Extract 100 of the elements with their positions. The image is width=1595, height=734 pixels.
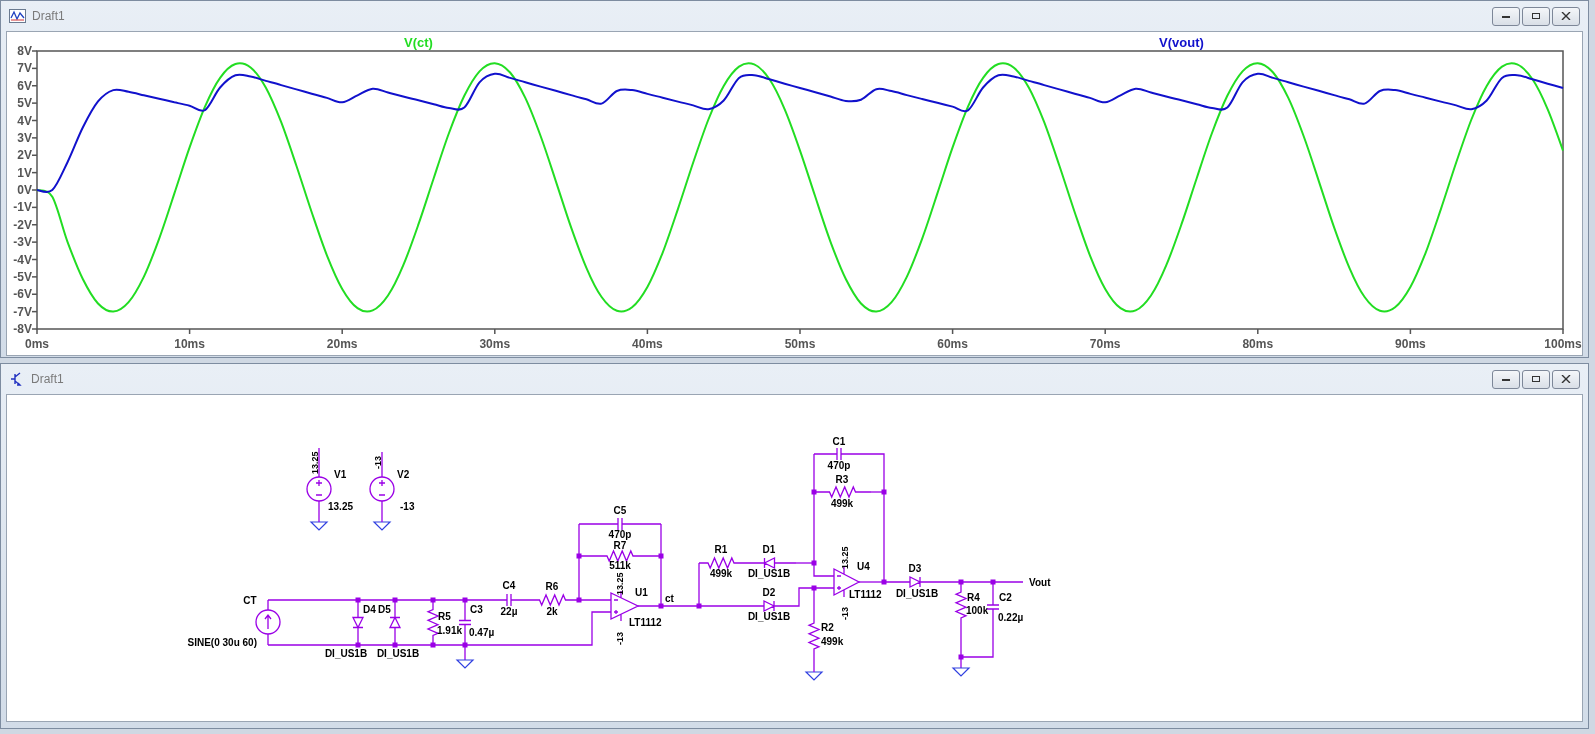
- axis-tick-label: 6V: [17, 78, 32, 93]
- component-ref: C5: [613, 505, 627, 516]
- trace-label: V(ct): [404, 35, 433, 50]
- trace-label: V(vout): [1159, 35, 1204, 50]
- restore-button[interactable]: [1522, 6, 1550, 26]
- component-value: 499k: [709, 568, 733, 579]
- close-icon: [1561, 375, 1571, 383]
- component-ref: R3: [835, 474, 849, 485]
- axis-tick-label: 30ms: [479, 337, 511, 351]
- window-title: Draft1: [32, 9, 65, 23]
- capacitor-symbol: [986, 581, 1000, 633]
- axis-tick-label: 2V: [17, 148, 32, 163]
- component-ref: U1: [635, 587, 648, 598]
- component-value: 499k: [830, 498, 854, 509]
- component-ref: D1: [762, 544, 776, 555]
- restore-icon: [1531, 375, 1541, 383]
- component-value: DI_US1B: [324, 648, 368, 659]
- axis-tick-label: 10ms: [174, 337, 205, 351]
- capacitor-symbol: [491, 593, 527, 607]
- diode-symbol: [351, 599, 364, 646]
- component-ref: V2: [397, 469, 410, 480]
- component-value: DI_US1B: [747, 568, 791, 579]
- restore-icon: [1531, 12, 1541, 20]
- ground-symbol: [951, 667, 971, 677]
- resistor-symbol: [813, 485, 872, 499]
- restore-button[interactable]: [1522, 369, 1550, 389]
- supply-label: -13: [615, 632, 625, 645]
- component-ref: CT: [243, 595, 257, 606]
- component-value: LT1112: [629, 617, 662, 628]
- component-value: 22µ: [500, 606, 518, 617]
- diode-symbol: [389, 599, 402, 646]
- component-ref: C1: [832, 436, 846, 447]
- net-label: 13.25: [310, 451, 320, 474]
- axis-tick-label: -2V: [13, 217, 32, 232]
- waveform-icon: [9, 9, 26, 23]
- diode-symbol: [742, 556, 797, 569]
- axis-tick-label: 5V: [17, 96, 32, 111]
- axis-tick-label: 0V: [17, 183, 32, 197]
- axis-tick-label: 90ms: [1395, 337, 1426, 351]
- close-icon: [1561, 12, 1571, 20]
- supply-label: 13.25: [615, 572, 625, 595]
- axis-tick-label: 60ms: [937, 337, 968, 351]
- component-ref: C4: [502, 580, 516, 591]
- component-value: DI_US1B: [895, 588, 939, 599]
- axis-tick-label: -3V: [13, 235, 32, 250]
- diode-symbol: [883, 576, 947, 589]
- component-ref: R2: [821, 622, 834, 633]
- supply-label: 13.25: [840, 546, 850, 569]
- resistor-symbol: [954, 581, 968, 629]
- component-ref: D5: [378, 604, 391, 615]
- component-value: 0.47µ: [469, 627, 495, 638]
- component-value: 1.91k: [437, 625, 463, 636]
- voltage-source-symbol: [369, 451, 395, 523]
- capacitor-symbol: [813, 447, 865, 461]
- component-value: 2k: [546, 606, 558, 617]
- component-ref: V1: [334, 469, 347, 480]
- component-value: DI_US1B: [376, 648, 420, 659]
- axis-tick-label: -1V: [13, 200, 32, 215]
- component-ref: R7: [613, 540, 627, 551]
- net-label: -13: [373, 456, 383, 469]
- axis-tick-label: -4V: [13, 252, 32, 267]
- diode-symbol: [740, 600, 798, 613]
- component-value: 499k: [821, 636, 844, 647]
- axis-tick-label: 3V: [17, 130, 32, 145]
- component-ref: C3: [470, 604, 483, 615]
- axis-tick-label: 4V: [17, 113, 32, 128]
- axis-tick-label: -8V: [13, 322, 32, 336]
- component-ref: D3: [908, 563, 922, 574]
- minimize-button[interactable]: [1492, 369, 1520, 389]
- current-source-symbol: [255, 599, 281, 646]
- component-value: -13: [400, 501, 415, 512]
- minimize-button[interactable]: [1492, 6, 1520, 26]
- axis-tick-label: -7V: [13, 304, 32, 319]
- axis-tick-label: 70ms: [1089, 337, 1121, 351]
- component-value: 13.25: [328, 501, 354, 512]
- component-ref: D2: [762, 587, 776, 598]
- close-button[interactable]: [1552, 6, 1580, 26]
- axis-tick-label: 40ms: [632, 337, 663, 351]
- resistor-symbol: [698, 556, 744, 570]
- axis-tick-label: 7V: [17, 61, 32, 76]
- component-value: 470p: [608, 529, 632, 540]
- component-ref: R6: [545, 581, 559, 592]
- resistor-symbol: [525, 593, 580, 607]
- close-button[interactable]: [1552, 369, 1580, 389]
- axis-tick-label: 20ms: [326, 337, 358, 351]
- axis-tick-label: 100ms: [1544, 337, 1582, 351]
- axis-tick-label: 0ms: [25, 337, 49, 351]
- axis-tick-label: -6V: [13, 287, 32, 302]
- supply-label: -13: [840, 607, 850, 620]
- axis-tick-label: 80ms: [1242, 337, 1274, 351]
- component-value: DI_US1B: [747, 611, 791, 622]
- axis-tick-label: 1V: [17, 165, 32, 180]
- axis-tick-label: -5V: [13, 269, 32, 284]
- window-title: Draft1: [31, 372, 64, 386]
- net-label: Vout: [1029, 577, 1051, 588]
- ground-symbol: [372, 521, 392, 531]
- component-ref: U4: [857, 561, 870, 572]
- component-ref: D4: [363, 604, 376, 615]
- component-value: 100k: [966, 605, 989, 616]
- ground-symbol: [309, 521, 329, 531]
